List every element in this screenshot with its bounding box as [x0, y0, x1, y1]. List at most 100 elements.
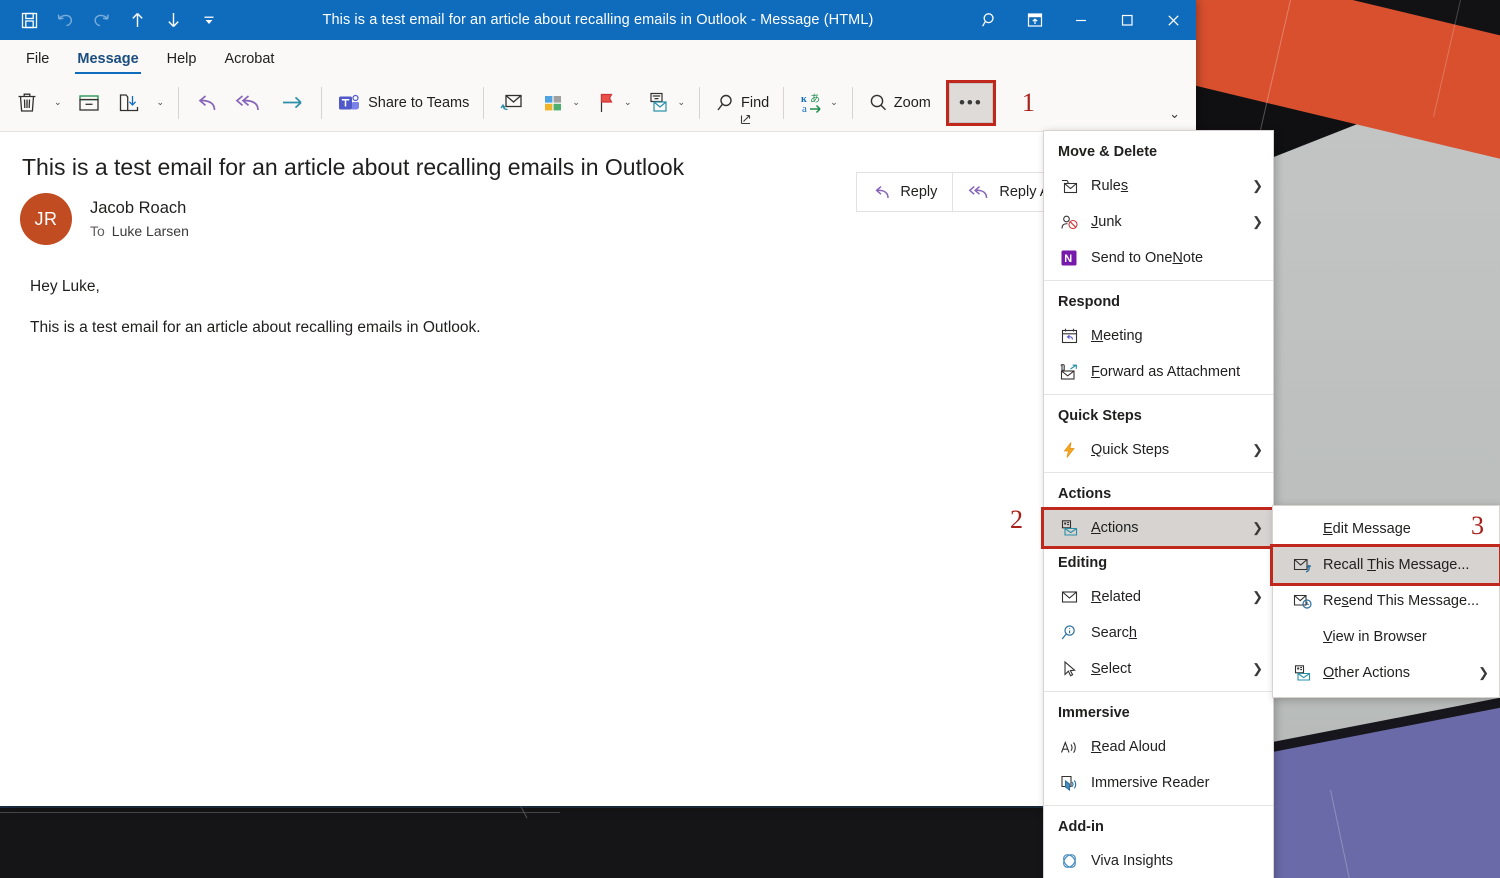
- menu-item-meeting[interactable]: Meeting: [1044, 318, 1273, 354]
- menu-item-forward-as-attachment-label: Forward as Attachment: [1091, 364, 1241, 380]
- rules-ribbon-button[interactable]: ⌄: [638, 81, 692, 125]
- more-commands-highlight: •••: [945, 79, 996, 126]
- submenu-item-other-actions[interactable]: Other Actions ❯: [1273, 655, 1499, 691]
- translate-button[interactable]: к a あ ⌄: [791, 81, 845, 125]
- reply-all-ribbon-button[interactable]: [228, 81, 272, 125]
- delete-dropdown-icon[interactable]: ⌄: [46, 81, 69, 125]
- submenu-item-recall-this-message[interactable]: Recall This Message...: [1270, 544, 1500, 586]
- desktop-background: This is a test email for an article abou…: [0, 0, 1500, 878]
- follow-up-dropdown-icon[interactable]: ⌄: [623, 97, 632, 108]
- delete-button[interactable]: [8, 81, 46, 125]
- more-commands-button[interactable]: •••: [948, 82, 993, 123]
- wallpaper-bottom-dark: [0, 806, 1200, 878]
- dialog-box-launcher-icon[interactable]: [740, 112, 753, 125]
- maximize-icon[interactable]: [1104, 0, 1150, 40]
- previous-item-icon[interactable]: [120, 5, 154, 35]
- immersive-reader-icon: [1058, 773, 1080, 793]
- menu-item-send-to-onenote-label: Send to OneNote: [1091, 250, 1204, 266]
- onenote-icon: N: [1058, 248, 1080, 268]
- submenu-item-view-in-browser[interactable]: View in Browser: [1273, 619, 1499, 655]
- tab-help[interactable]: Help: [155, 47, 209, 74]
- menu-item-search[interactable]: Search: [1044, 615, 1273, 651]
- share-to-teams-button[interactable]: Share to Teams: [329, 81, 476, 125]
- recipient-names[interactable]: Luke Larsen: [112, 223, 189, 239]
- ribbon-divider: [321, 86, 323, 119]
- sender-name[interactable]: Jacob Roach: [90, 199, 189, 218]
- menu-divider: [1044, 691, 1273, 692]
- menu-item-related[interactable]: Related ❯: [1044, 579, 1273, 615]
- menu-item-junk[interactable]: Junk ❯: [1044, 204, 1273, 240]
- menu-item-actions[interactable]: Actions ❯: [1041, 507, 1276, 549]
- annotation-number-2: 2: [1010, 505, 1023, 534]
- tab-file[interactable]: File: [14, 47, 61, 74]
- undo-icon[interactable]: [48, 5, 82, 35]
- collapse-ribbon-icon[interactable]: ⌄: [1169, 106, 1180, 122]
- title-bar: This is a test email for an article abou…: [0, 0, 1196, 40]
- move-dropdown-icon[interactable]: ⌄: [149, 81, 172, 125]
- resend-message-icon: [1291, 591, 1313, 611]
- next-item-icon[interactable]: [156, 5, 190, 35]
- search-icon[interactable]: [966, 0, 1012, 40]
- translate-dropdown-icon[interactable]: ⌄: [829, 97, 838, 108]
- redo-icon[interactable]: [84, 5, 118, 35]
- chevron-right-icon: ❯: [1252, 178, 1263, 193]
- submenu-item-other-actions-label: Other Actions: [1323, 665, 1411, 681]
- blank-icon: [1291, 627, 1313, 647]
- menu-item-read-aloud[interactable]: Read Aloud: [1044, 729, 1273, 765]
- menu-item-rules-label: Rules: [1091, 178, 1129, 194]
- meeting-icon: [1058, 326, 1080, 346]
- zoom-button[interactable]: Zoom: [860, 81, 938, 125]
- menu-group-header-quick-steps: Quick Steps: [1058, 408, 1142, 424]
- chevron-right-icon: ❯: [1252, 589, 1263, 604]
- forward-ribbon-button[interactable]: [272, 81, 314, 125]
- blank-icon: [1291, 519, 1313, 539]
- reply-label: Reply: [900, 184, 938, 200]
- menu-item-select[interactable]: Select ❯: [1044, 651, 1273, 687]
- message-body: Hey Luke, This is a test email for an ar…: [20, 245, 1176, 335]
- menu-item-send-to-onenote[interactable]: N Send to OneNote: [1044, 240, 1273, 276]
- mark-unread-button[interactable]: [491, 81, 533, 125]
- categorize-button[interactable]: ⌄: [533, 81, 587, 125]
- svg-text:a: a: [802, 103, 807, 115]
- menu-group-header-editing: Editing: [1058, 555, 1108, 571]
- junk-icon: [1058, 212, 1080, 232]
- window-controls: [966, 0, 1196, 40]
- message-reading-pane: This is a test email for an article abou…: [0, 132, 1196, 335]
- message-body-line-1: Hey Luke,: [30, 278, 100, 295]
- submenu-item-edit-message[interactable]: Edit Message: [1273, 511, 1499, 547]
- menu-item-quick-steps[interactable]: Quick Steps ❯: [1044, 432, 1273, 468]
- forward-as-attachment-icon: [1058, 362, 1080, 382]
- archive-button[interactable]: [69, 81, 109, 125]
- save-icon[interactable]: [12, 5, 46, 35]
- menu-item-forward-as-attachment[interactable]: Forward as Attachment: [1044, 354, 1273, 390]
- tab-message[interactable]: Message: [65, 47, 150, 74]
- share-to-teams-label: Share to Teams: [368, 94, 470, 111]
- submenu-item-resend-this-message[interactable]: Resend This Message...: [1273, 583, 1499, 619]
- submenu-item-resend-this-message-label: Resend This Message...: [1323, 593, 1480, 609]
- menu-item-viva-insights[interactable]: Viva Insights: [1044, 843, 1273, 878]
- follow-up-button[interactable]: ⌄: [587, 81, 639, 125]
- menu-group-header-move-delete: Move & Delete: [1058, 144, 1158, 160]
- ribbon-display-options-icon[interactable]: [1012, 0, 1058, 40]
- ribbon-divider: [783, 86, 785, 119]
- customize-quick-access-toolbar-icon[interactable]: [192, 5, 226, 35]
- annotation-number-3: 3: [1471, 511, 1484, 540]
- chevron-right-icon: ❯: [1252, 661, 1263, 676]
- menu-item-immersive-reader[interactable]: Immersive Reader: [1044, 765, 1273, 801]
- menu-item-rules[interactable]: Rules ❯: [1044, 168, 1273, 204]
- wallpaper-bottom-line: [0, 812, 560, 813]
- menu-item-read-aloud-label: Read Aloud: [1091, 739, 1166, 755]
- ribbon-divider: [178, 86, 180, 119]
- categorize-dropdown-icon[interactable]: ⌄: [571, 97, 580, 108]
- ribbon-divider: [699, 86, 701, 119]
- minimize-icon[interactable]: [1058, 0, 1104, 40]
- reply-ribbon-button[interactable]: [186, 81, 228, 125]
- reply-button[interactable]: Reply: [857, 173, 954, 211]
- menu-item-immersive-reader-label: Immersive Reader: [1091, 775, 1210, 791]
- to-label: To: [90, 223, 105, 239]
- search-icon: [1058, 623, 1080, 643]
- close-icon[interactable]: [1150, 0, 1196, 40]
- move-to-button[interactable]: [109, 81, 149, 125]
- rules-dropdown-icon[interactable]: ⌄: [676, 97, 685, 108]
- tab-acrobat[interactable]: Acrobat: [212, 47, 286, 74]
